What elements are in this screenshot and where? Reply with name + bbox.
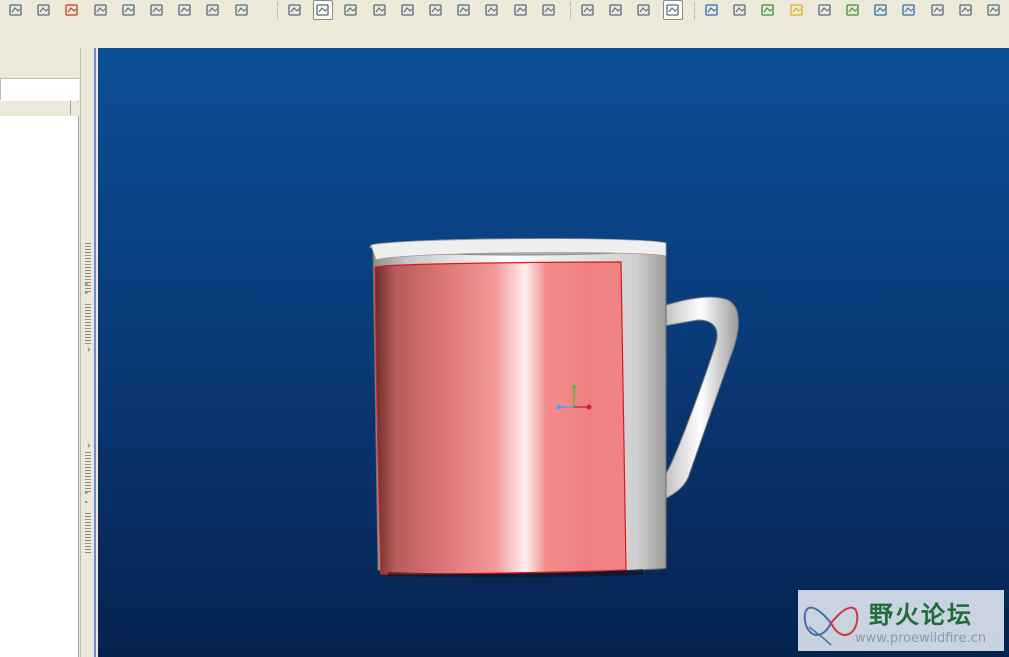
selected-surface[interactable] xyxy=(374,261,627,575)
light-icon[interactable] xyxy=(787,0,807,20)
zoom-in-icon[interactable] xyxy=(370,0,390,20)
watermark-title: 野火论坛 xyxy=(869,601,973,629)
splitter-grip-bottom[interactable] xyxy=(85,513,91,553)
save-image-icon[interactable] xyxy=(928,0,948,20)
user-icon[interactable] xyxy=(956,0,976,20)
analysis-icon[interactable] xyxy=(984,0,1004,20)
hidden-line-icon[interactable] xyxy=(606,0,626,20)
repaint-icon[interactable] xyxy=(285,0,305,20)
watermark-badge: 野火论坛 www.proewildfire.cn xyxy=(798,590,1004,651)
datum-display-icon[interactable] xyxy=(758,0,778,20)
redo-icon[interactable] xyxy=(34,0,54,20)
forum-logo-icon xyxy=(803,606,859,646)
reorient-icon[interactable] xyxy=(454,0,474,20)
no-hidden-icon[interactable] xyxy=(634,0,654,20)
collapse-up-icon-4[interactable]: ˄ xyxy=(84,502,89,511)
toolbar-separator xyxy=(570,2,572,19)
collapse-up-icon-2[interactable]: ˄ xyxy=(84,293,89,302)
expand-right-icon-2[interactable]: › xyxy=(87,442,91,451)
saved-views-icon[interactable] xyxy=(482,0,502,20)
toolbar-strip xyxy=(0,23,1009,48)
mug-model[interactable] xyxy=(98,48,1009,657)
toolbar-separator xyxy=(277,2,279,19)
orient-icon[interactable] xyxy=(341,0,361,20)
render-settings-icon[interactable] xyxy=(899,0,919,20)
appearance-icon[interactable] xyxy=(702,0,722,20)
regenerate-icon[interactable] xyxy=(175,0,195,20)
render-icon[interactable] xyxy=(871,0,891,20)
model-tree-body[interactable] xyxy=(0,116,79,657)
shading-icon[interactable] xyxy=(663,0,683,20)
splitter-line xyxy=(94,48,96,657)
view-manager-icon[interactable] xyxy=(539,0,559,20)
splitter-grip-mid[interactable] xyxy=(85,304,91,344)
model-tree-column-divider[interactable] xyxy=(70,100,78,115)
perspective-icon[interactable] xyxy=(815,0,835,20)
watermark-url: www.proewildfire.cn xyxy=(855,631,986,646)
main-toolbar xyxy=(0,0,1009,24)
panel-splitter[interactable]: ˄ ˄ › › ˄ ˄ xyxy=(80,48,99,657)
splitter-grip-lower[interactable] xyxy=(85,452,91,492)
zoom-out-icon[interactable] xyxy=(398,0,418,20)
model-display-icon[interactable] xyxy=(730,0,750,20)
model-tree-header[interactable] xyxy=(0,78,79,102)
select-box-icon[interactable] xyxy=(232,0,252,20)
environment-icon[interactable] xyxy=(843,0,863,20)
toolbar-separator xyxy=(694,2,696,19)
graphics-viewport[interactable] xyxy=(98,48,1009,657)
cut-icon[interactable] xyxy=(62,0,82,20)
copy-icon[interactable] xyxy=(91,0,111,20)
paste-special-icon[interactable] xyxy=(147,0,167,20)
expand-right-icon[interactable]: › xyxy=(87,346,91,355)
model-tree-panel xyxy=(0,48,80,657)
layers-icon[interactable] xyxy=(511,0,531,20)
refit-icon[interactable] xyxy=(426,0,446,20)
spin-center-icon[interactable] xyxy=(313,0,333,20)
mug-handle[interactable] xyxy=(662,296,739,501)
paste-icon[interactable] xyxy=(119,0,139,20)
undo-icon[interactable] xyxy=(6,0,26,20)
find-icon[interactable] xyxy=(203,0,223,20)
model-tree-column-header[interactable] xyxy=(0,100,77,117)
wireframe-icon[interactable] xyxy=(578,0,598,20)
